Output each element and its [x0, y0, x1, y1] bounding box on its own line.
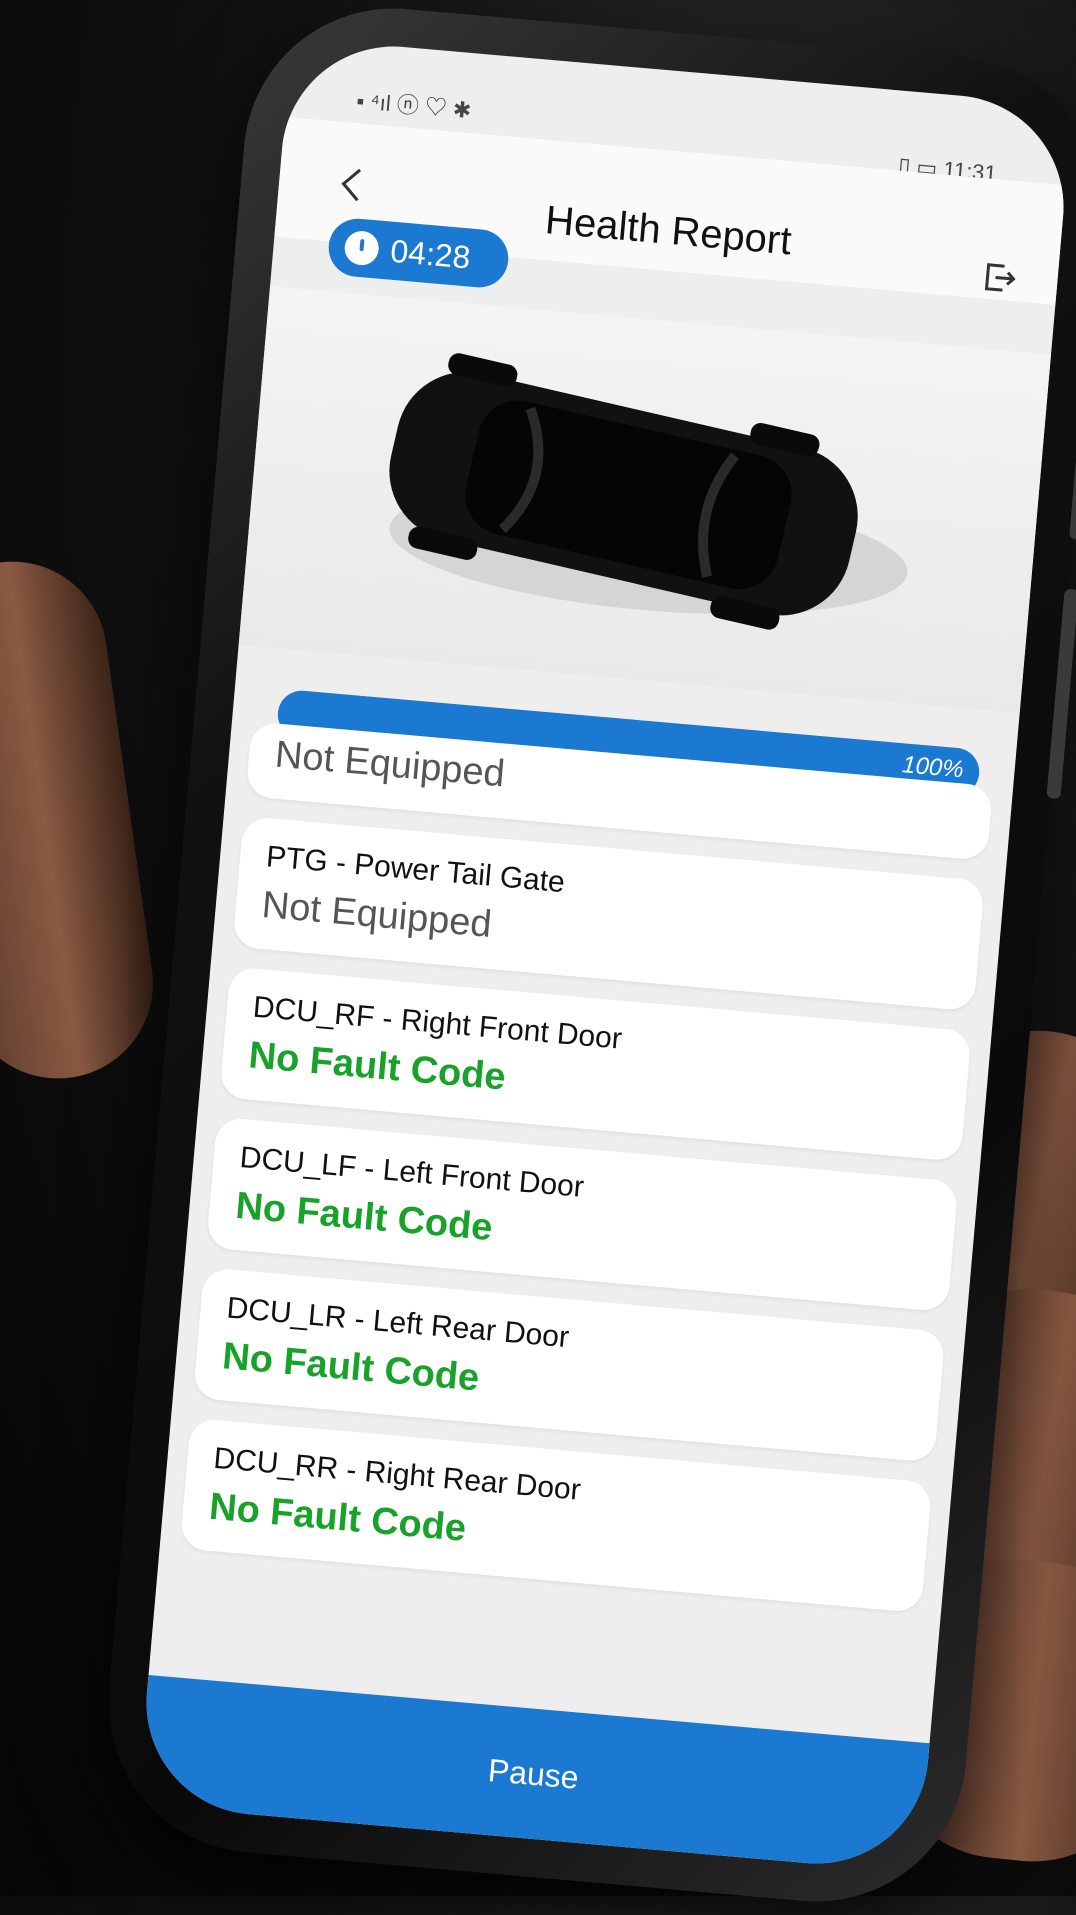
- status-icons: ▪ ⁴ıl ⓝ ♡ ✱: [355, 88, 473, 124]
- car-image: [389, 353, 908, 630]
- app-screen: ▪ ⁴ıl ⓝ ♡ ✱ ▯ ▭ 11:31 Health Report 04:2…: [137, 37, 1073, 1873]
- alarm-clock-icon: [343, 229, 381, 267]
- hand-finger-left: [0, 549, 166, 1091]
- phone-device: ▪ ⁴ıl ⓝ ♡ ✱ ▯ ▭ 11:31 Health Report 04:2…: [96, 0, 1076, 1914]
- module-list: Not Equipped PTG - Power Tail Gate Not E…: [178, 721, 994, 1633]
- car-image-area: [238, 286, 1052, 714]
- exit-icon[interactable]: [980, 256, 1019, 299]
- timer-value: 04:28: [389, 232, 472, 276]
